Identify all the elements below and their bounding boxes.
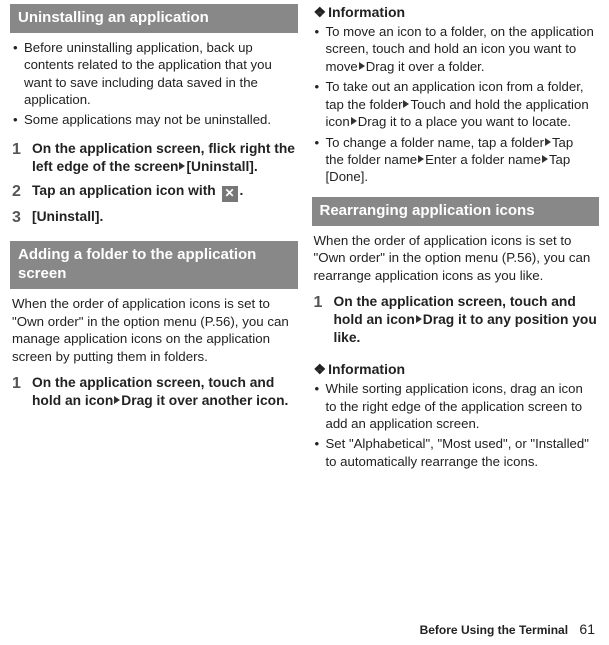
step-text-part: . (240, 183, 244, 198)
arrow-right-icon (416, 315, 422, 323)
step-item: 3 [Uninstall]. (12, 208, 296, 227)
footer-section-label: Before Using the Terminal (420, 623, 568, 637)
arrow-right-icon (545, 138, 551, 146)
footer-page-number: 61 (579, 621, 595, 637)
step-item: 1 On the application screen, touch and h… (12, 374, 296, 410)
arrow-right-icon (179, 162, 185, 170)
step-text: [Uninstall]. (32, 208, 296, 226)
list-item: Set "Alphabetical", "Most used", or "Ins… (314, 435, 596, 470)
arrow-right-icon (114, 396, 120, 404)
section-adding-folder-header: Adding a folder to the application scree… (10, 241, 298, 289)
arrow-right-icon (359, 62, 365, 70)
list-item: To take out an application icon from a f… (314, 78, 596, 130)
left-column: Uninstalling an application Before unins… (10, 4, 298, 481)
step-text-part: Tap an application icon with (32, 183, 220, 198)
rearranging-steps: 1 On the application screen, touch and h… (312, 293, 600, 354)
step-number: 1 (12, 140, 32, 159)
information-list: To move an icon to a folder, on the appl… (312, 23, 600, 189)
arrow-right-icon (351, 117, 357, 125)
information-list: While sorting application icons, drag an… (312, 380, 600, 473)
step-text: On the application screen, touch and hol… (334, 293, 598, 348)
uninstall-notes: Before uninstalling application, back up… (10, 39, 298, 132)
info-text-part: Drag it over a folder. (366, 59, 485, 74)
list-item: To move an icon to a folder, on the appl… (314, 23, 596, 75)
step-text-part: Drag it over another icon. (121, 393, 288, 408)
section-uninstalling-header: Uninstalling an application (10, 4, 298, 33)
list-item: While sorting application icons, drag an… (314, 380, 596, 432)
info-text-part: To change a folder name, tap a folder (326, 135, 544, 150)
arrow-right-icon (542, 155, 548, 163)
rearranging-paragraph: When the order of application icons is s… (312, 232, 600, 285)
step-item: 2 Tap an application icon with ✕. (12, 182, 296, 202)
arrow-right-icon (403, 100, 409, 108)
list-item: Before uninstalling application, back up… (12, 39, 294, 109)
right-column: Information To move an icon to a folder,… (312, 4, 600, 481)
list-item: To change a folder name, tap a folderTap… (314, 134, 596, 186)
step-text: On the application screen, touch and hol… (32, 374, 296, 410)
step-number: 1 (314, 293, 334, 312)
step-number: 2 (12, 182, 32, 201)
step-text: Tap an application icon with ✕. (32, 182, 296, 202)
uninstall-steps: 1 On the application screen, flick right… (10, 140, 298, 234)
section-rearranging-header: Rearranging application icons (312, 197, 600, 226)
step-text: On the application screen, flick right t… (32, 140, 296, 176)
info-text-part: Enter a folder name (425, 152, 541, 167)
step-number: 3 (12, 208, 32, 227)
page-footer: Before Using the Terminal 61 (420, 621, 595, 637)
arrow-right-icon (418, 155, 424, 163)
step-item: 1 On the application screen, flick right… (12, 140, 296, 176)
info-text-part: Drag it to a place you want to locate. (358, 114, 571, 129)
step-number: 1 (12, 374, 32, 393)
step-text-part: [Uninstall]. (186, 159, 257, 174)
adding-folder-steps: 1 On the application screen, touch and h… (10, 374, 298, 416)
adding-folder-paragraph: When the order of application icons is s… (10, 295, 298, 366)
information-heading: Information (312, 361, 600, 378)
information-heading: Information (312, 4, 600, 21)
list-item: Some applications may not be uninstalled… (12, 111, 294, 128)
step-item: 1 On the application screen, touch and h… (314, 293, 598, 348)
uninstall-x-icon: ✕ (222, 186, 238, 202)
